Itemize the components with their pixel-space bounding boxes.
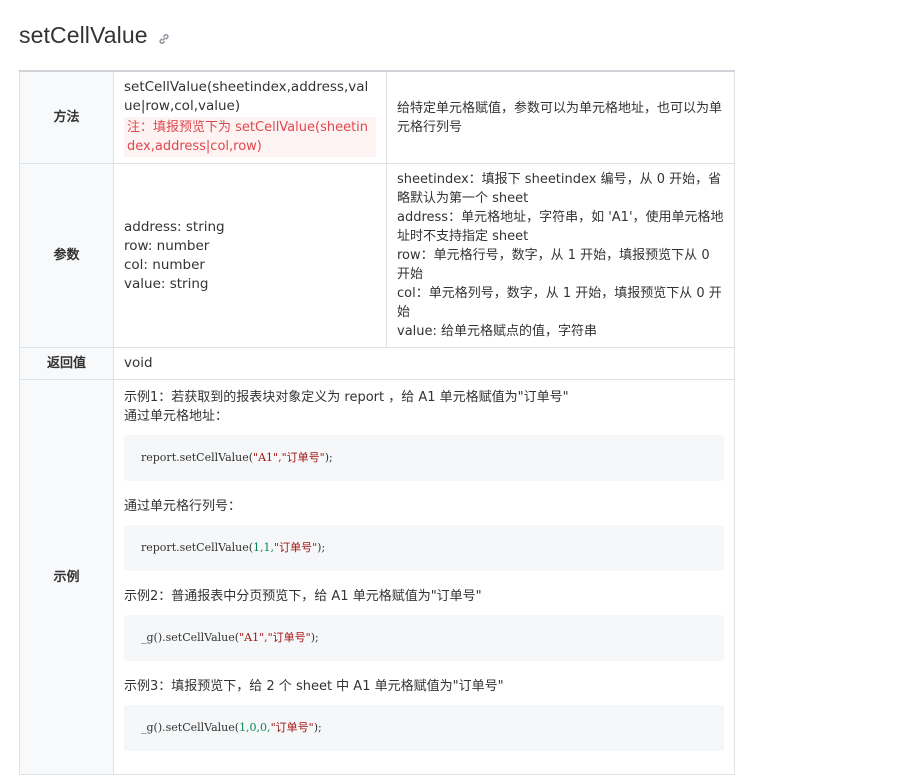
link-icon[interactable] <box>158 33 170 45</box>
code-text: report.setCellValue( <box>141 450 254 464</box>
title-row: setCellValue <box>19 22 170 49</box>
code-string: "A1","订单号" <box>239 630 311 644</box>
example-2-title: 示例2：普通报表中分页预览下，给 A1 单元格赋值为"订单号" <box>124 588 482 604</box>
code-block-4[interactable]: _g().setCellValue(1,0,0,"订单号"); <box>124 704 724 751</box>
method-header: 方法 <box>19 70 114 164</box>
code-text: _g().setCellValue( <box>141 720 240 734</box>
example-1-title: 示例1：若获取到的报表块对象定义为 report ，给 A1 单元格赋值为"订单… <box>124 389 569 405</box>
param-item: address: string <box>124 218 225 235</box>
example-3-title: 示例3：填报预览下，给 2 个 sheet 中 A1 单元格赋值为"订单号" <box>124 678 504 694</box>
method-description: 给特定单元格赋值，参数可以为单元格地址，也可以为单元格行列号 <box>386 70 735 164</box>
code-text: ); <box>317 540 326 554</box>
code-text: ); <box>324 450 333 464</box>
returns-value: void <box>113 347 735 380</box>
param-item: row: number <box>124 237 210 254</box>
params-descriptions: sheetindex：填报下 sheetindex 编号，从 0 开始，省略默认… <box>386 163 735 348</box>
method-note: 注：填报预览下为 setCellValue(sheetindex,address… <box>124 117 376 157</box>
param-description: sheetindex：填报下 sheetindex 编号，从 0 开始，省略默认… <box>397 172 722 206</box>
param-item: value: string <box>124 275 209 292</box>
param-description: value: 给单元格赋点的值，字符串 <box>397 324 598 339</box>
code-text: report.setCellValue( <box>141 540 254 554</box>
param-description: row：单元格行号，数字，从 1 开始，填报预览下从 0 开始 <box>397 248 710 282</box>
method-signature-cell: setCellValue(sheetindex,address,value|ro… <box>113 70 387 164</box>
code-number: 1,1, <box>253 540 275 554</box>
example-1-subtitle-address: 通过单元格地址： <box>124 408 229 424</box>
examples-cell: 示例1：若获取到的报表块对象定义为 report ，给 A1 单元格赋值为"订单… <box>113 379 735 775</box>
code-string: "订单号" <box>274 540 318 554</box>
method-signature: setCellValue(sheetindex,address,value|ro… <box>124 79 369 114</box>
code-string: "A1","订单号" <box>253 450 325 464</box>
code-block-2[interactable]: report.setCellValue(1,1,"订单号"); <box>124 524 724 571</box>
code-text: _g().setCellValue( <box>141 630 240 644</box>
method-row: 方法 setCellValue(sheetindex,address,value… <box>19 70 735 164</box>
code-text: ); <box>310 630 319 644</box>
examples-header: 示例 <box>19 379 114 775</box>
returns-row: 返回值 void <box>19 347 735 380</box>
api-table: 方法 setCellValue(sheetindex,address,value… <box>19 70 735 775</box>
example-1-subtitle-rowcol: 通过单元格行列号： <box>124 498 242 514</box>
params-row: 参数 address: string row: number col: numb… <box>19 163 735 348</box>
code-block-3[interactable]: _g().setCellValue("A1","订单号"); <box>124 614 724 661</box>
params-list: address: string row: number col: number … <box>113 163 387 348</box>
code-block-1[interactable]: report.setCellValue("A1","订单号"); <box>124 434 724 481</box>
examples-row: 示例 示例1：若获取到的报表块对象定义为 report ，给 A1 单元格赋值为… <box>19 379 735 775</box>
param-item: col: number <box>124 256 205 273</box>
code-string: "订单号" <box>270 720 314 734</box>
returns-header: 返回值 <box>19 347 114 380</box>
page-title: setCellValue <box>19 22 148 48</box>
params-header: 参数 <box>19 163 114 348</box>
param-description: col：单元格列号，数字，从 1 开始，填报预览下从 0 开始 <box>397 286 722 320</box>
code-text: ); <box>313 720 322 734</box>
param-description: address：单元格地址，字符串，如 'A1'，使用单元格地址时不支持指定 s… <box>397 210 724 244</box>
code-number: 1,0,0, <box>239 720 271 734</box>
